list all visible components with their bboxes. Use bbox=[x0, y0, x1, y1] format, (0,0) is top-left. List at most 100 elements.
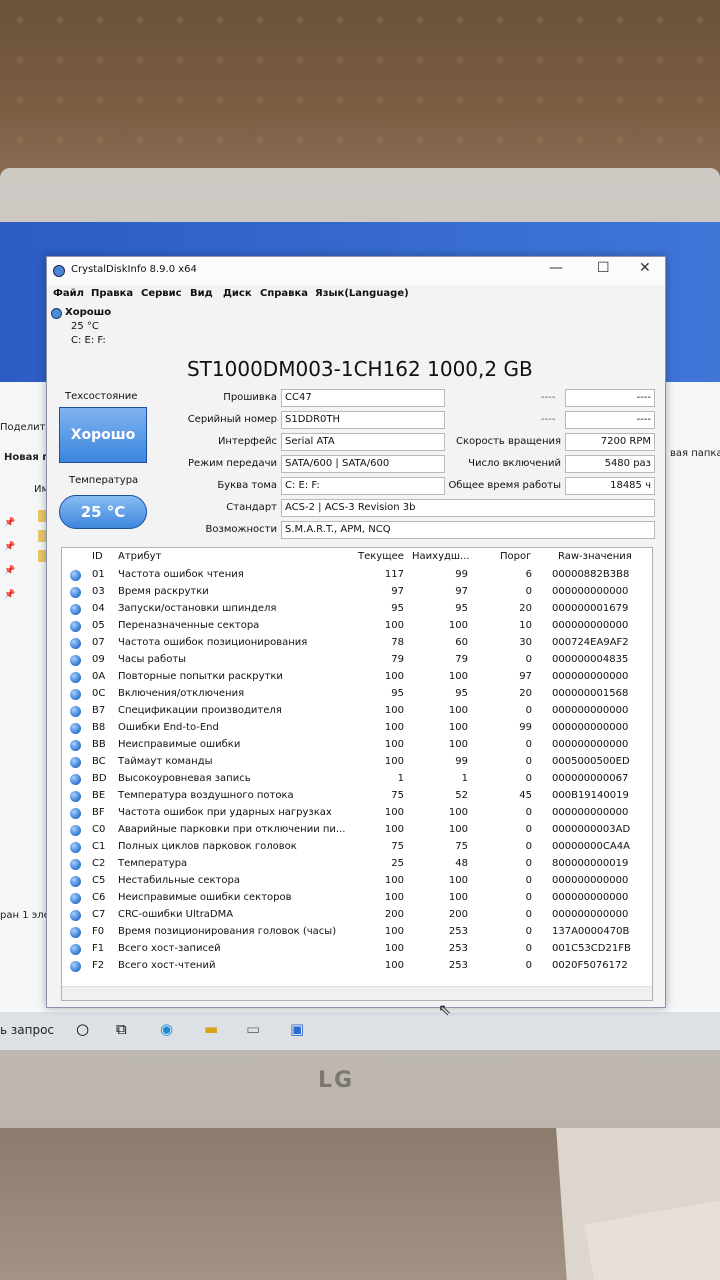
cell-id: C2 bbox=[92, 858, 106, 869]
menu-disk[interactable]: Диск bbox=[223, 288, 252, 299]
status-dot-icon bbox=[70, 825, 81, 836]
explorer-icon[interactable]: ▬ bbox=[204, 1020, 218, 1038]
cell-raw: 000000000000 bbox=[552, 586, 629, 597]
table-row[interactable]: C6 Неисправимые ошибки секторов 100 100 0 000… bbox=[62, 890, 652, 907]
cell-cur: 95 bbox=[391, 603, 404, 614]
cell-thr: 0 bbox=[525, 773, 532, 784]
table-row[interactable]: BD Высокоуровневая запись 1 1 0 000000000067 bbox=[62, 771, 652, 788]
table-row[interactable]: F1 Всего хост-записей 100 253 0 001C53CD21FB bbox=[62, 941, 652, 958]
menu-help[interactable]: Справка bbox=[260, 288, 308, 299]
power-count-label: Число включений bbox=[468, 458, 561, 469]
transfer-field: SATA/600 | SATA/600 bbox=[281, 455, 445, 473]
table-row[interactable]: C1 Полных циклов парковок головок 75 75 0 000… bbox=[62, 839, 652, 856]
col-current[interactable]: Текущее bbox=[358, 551, 404, 562]
table-row[interactable]: B8 Ошибки End-to-End 100 100 99 000000000000 bbox=[62, 720, 652, 737]
table-row[interactable]: C2 Температура 25 48 0 800000000019 bbox=[62, 856, 652, 873]
app-icon[interactable]: ▭ bbox=[246, 1020, 260, 1038]
crystaldiskinfo-taskbar-icon[interactable]: ▣ bbox=[290, 1020, 304, 1038]
cell-worst: 100 bbox=[448, 705, 468, 716]
status-dot-icon bbox=[70, 842, 81, 853]
cell-cur: 100 bbox=[384, 960, 404, 971]
table-row[interactable]: C7 CRC-ошибки UltraDMA 200 200 0 000000000000 bbox=[62, 907, 652, 924]
cell-raw: 000000000000 bbox=[552, 875, 629, 886]
table-row[interactable]: 01 Частота ошибок чтения 117 99 6 00000882B3B… bbox=[62, 567, 652, 584]
temperature-button[interactable]: 25 °C bbox=[59, 495, 147, 529]
cell-worst: 100 bbox=[448, 671, 468, 682]
close-button[interactable]: ✕ bbox=[639, 260, 651, 276]
horizontal-scrollbar[interactable] bbox=[62, 986, 652, 1000]
health-status-button[interactable]: Хорошо bbox=[59, 407, 147, 463]
table-row[interactable]: 0C Включения/отключения 95 95 20 000000001568 bbox=[62, 686, 652, 703]
table-row[interactable]: BB Неисправимые ошибки 100 100 0 000000000000 bbox=[62, 737, 652, 754]
table-row[interactable]: 04 Запуски/остановки шпинделя 95 95 20 000000… bbox=[62, 601, 652, 618]
col-worst[interactable]: Наихудш... bbox=[412, 551, 470, 562]
status-dot-icon bbox=[70, 655, 81, 666]
menu-view[interactable]: Вид bbox=[190, 288, 213, 299]
dash-field-1: ---- bbox=[565, 389, 655, 407]
cell-thr: 20 bbox=[519, 603, 532, 614]
maximize-button[interactable]: ☐ bbox=[597, 260, 610, 276]
task-view-icon[interactable]: ⧉ bbox=[116, 1020, 127, 1038]
cell-raw: 000000000000 bbox=[552, 671, 629, 682]
cell-attr: Часы работы bbox=[118, 654, 187, 665]
minimize-button[interactable]: — bbox=[549, 260, 563, 276]
pin-icon: 📌 bbox=[4, 518, 16, 528]
table-row[interactable]: BC Таймаут команды 100 99 0 0005000500ED bbox=[62, 754, 652, 771]
col-attribute[interactable]: Атрибут bbox=[118, 551, 161, 562]
menu-language[interactable]: Язык(Language) bbox=[315, 288, 409, 299]
menu-file[interactable]: Файл bbox=[53, 288, 84, 299]
col-id[interactable]: ID bbox=[92, 551, 103, 562]
col-raw[interactable]: Raw-значения bbox=[558, 551, 632, 562]
table-row[interactable]: C0 Аварийные парковки при отключении пи..… bbox=[62, 822, 652, 839]
features-field: S.M.A.R.T., APM, NCQ bbox=[281, 521, 655, 539]
crystaldiskinfo-window: CrystalDiskInfo 8.9.0 x64 — ☐ ✕ Файл Пра… bbox=[46, 256, 666, 1008]
cell-id: 07 bbox=[92, 637, 105, 648]
table-row[interactable]: B7 Спецификации производителя 100 100 0 00000… bbox=[62, 703, 652, 720]
cortana-icon[interactable]: ○ bbox=[76, 1020, 89, 1038]
new-folder-right[interactable]: вая папка bbox=[670, 448, 720, 459]
table-row[interactable]: C5 Нестабильные сектора 100 100 0 00000000000… bbox=[62, 873, 652, 890]
cell-raw: 000B19140019 bbox=[552, 790, 629, 801]
cell-raw: 000000004835 bbox=[552, 654, 629, 665]
cell-raw: 0005000500ED bbox=[552, 756, 630, 767]
table-row[interactable]: F0 Время позиционирования головок (часы) 1… bbox=[62, 924, 652, 941]
col-threshold[interactable]: Порог bbox=[500, 551, 531, 562]
table-row[interactable]: F2 Всего хост-чтений 100 253 0 0020F5076172 bbox=[62, 958, 652, 975]
status-dot-icon bbox=[70, 570, 81, 581]
standard-field: ACS-2 | ACS-3 Revision 3b bbox=[281, 499, 655, 517]
table-row[interactable]: 05 Переназначенные сектора 100 100 10 0000000… bbox=[62, 618, 652, 635]
table-row[interactable]: 03 Время раскрутки 97 97 0 000000000000 bbox=[62, 584, 652, 601]
cell-thr: 20 bbox=[519, 688, 532, 699]
status-dot-icon bbox=[70, 723, 81, 734]
app-icon bbox=[53, 265, 65, 277]
serial-field: S1DDR0TH bbox=[281, 411, 445, 429]
table-row[interactable]: BE Температура воздушного потока 75 52 45 000… bbox=[62, 788, 652, 805]
cell-worst: 100 bbox=[448, 807, 468, 818]
cell-raw: 000000000000 bbox=[552, 739, 629, 750]
monitor-logo: LG bbox=[318, 1068, 355, 1093]
menu-edit[interactable]: Правка bbox=[91, 288, 133, 299]
cell-cur: 78 bbox=[391, 637, 404, 648]
table-row[interactable]: 07 Частота ошибок позиционирования 78 60 30 0… bbox=[62, 635, 652, 652]
cell-id: BF bbox=[92, 807, 105, 818]
cell-id: C0 bbox=[92, 824, 106, 835]
table-header: ID Атрибут Текущее Наихудш... Порог Raw-… bbox=[62, 548, 652, 565]
table-row[interactable]: 09 Часы работы 79 79 0 000000004835 bbox=[62, 652, 652, 669]
power-count-field: 5480 раз bbox=[565, 455, 655, 473]
cell-raw: 000000000000 bbox=[552, 620, 629, 631]
cell-cur: 100 bbox=[384, 926, 404, 937]
cell-attr: Повторные попытки раскрутки bbox=[118, 671, 283, 682]
cell-id: C1 bbox=[92, 841, 106, 852]
table-row[interactable]: 0A Повторные попытки раскрутки 100 100 97 000… bbox=[62, 669, 652, 686]
cell-thr: 97 bbox=[519, 671, 532, 682]
cell-id: BD bbox=[92, 773, 107, 784]
cell-thr: 0 bbox=[525, 756, 532, 767]
menu-service[interactable]: Сервис bbox=[141, 288, 182, 299]
taskbar-search[interactable]: ь запрос bbox=[0, 1023, 54, 1037]
cell-worst: 100 bbox=[448, 824, 468, 835]
disk-tab[interactable]: Хорошо 25 °C C: E: F: bbox=[49, 305, 129, 349]
share-button[interactable]: Поделить bbox=[0, 422, 51, 433]
edge-icon[interactable]: ◉ bbox=[160, 1020, 173, 1038]
cell-raw: 000000000000 bbox=[552, 892, 629, 903]
table-row[interactable]: BF Частота ошибок при ударных нагрузках 10… bbox=[62, 805, 652, 822]
